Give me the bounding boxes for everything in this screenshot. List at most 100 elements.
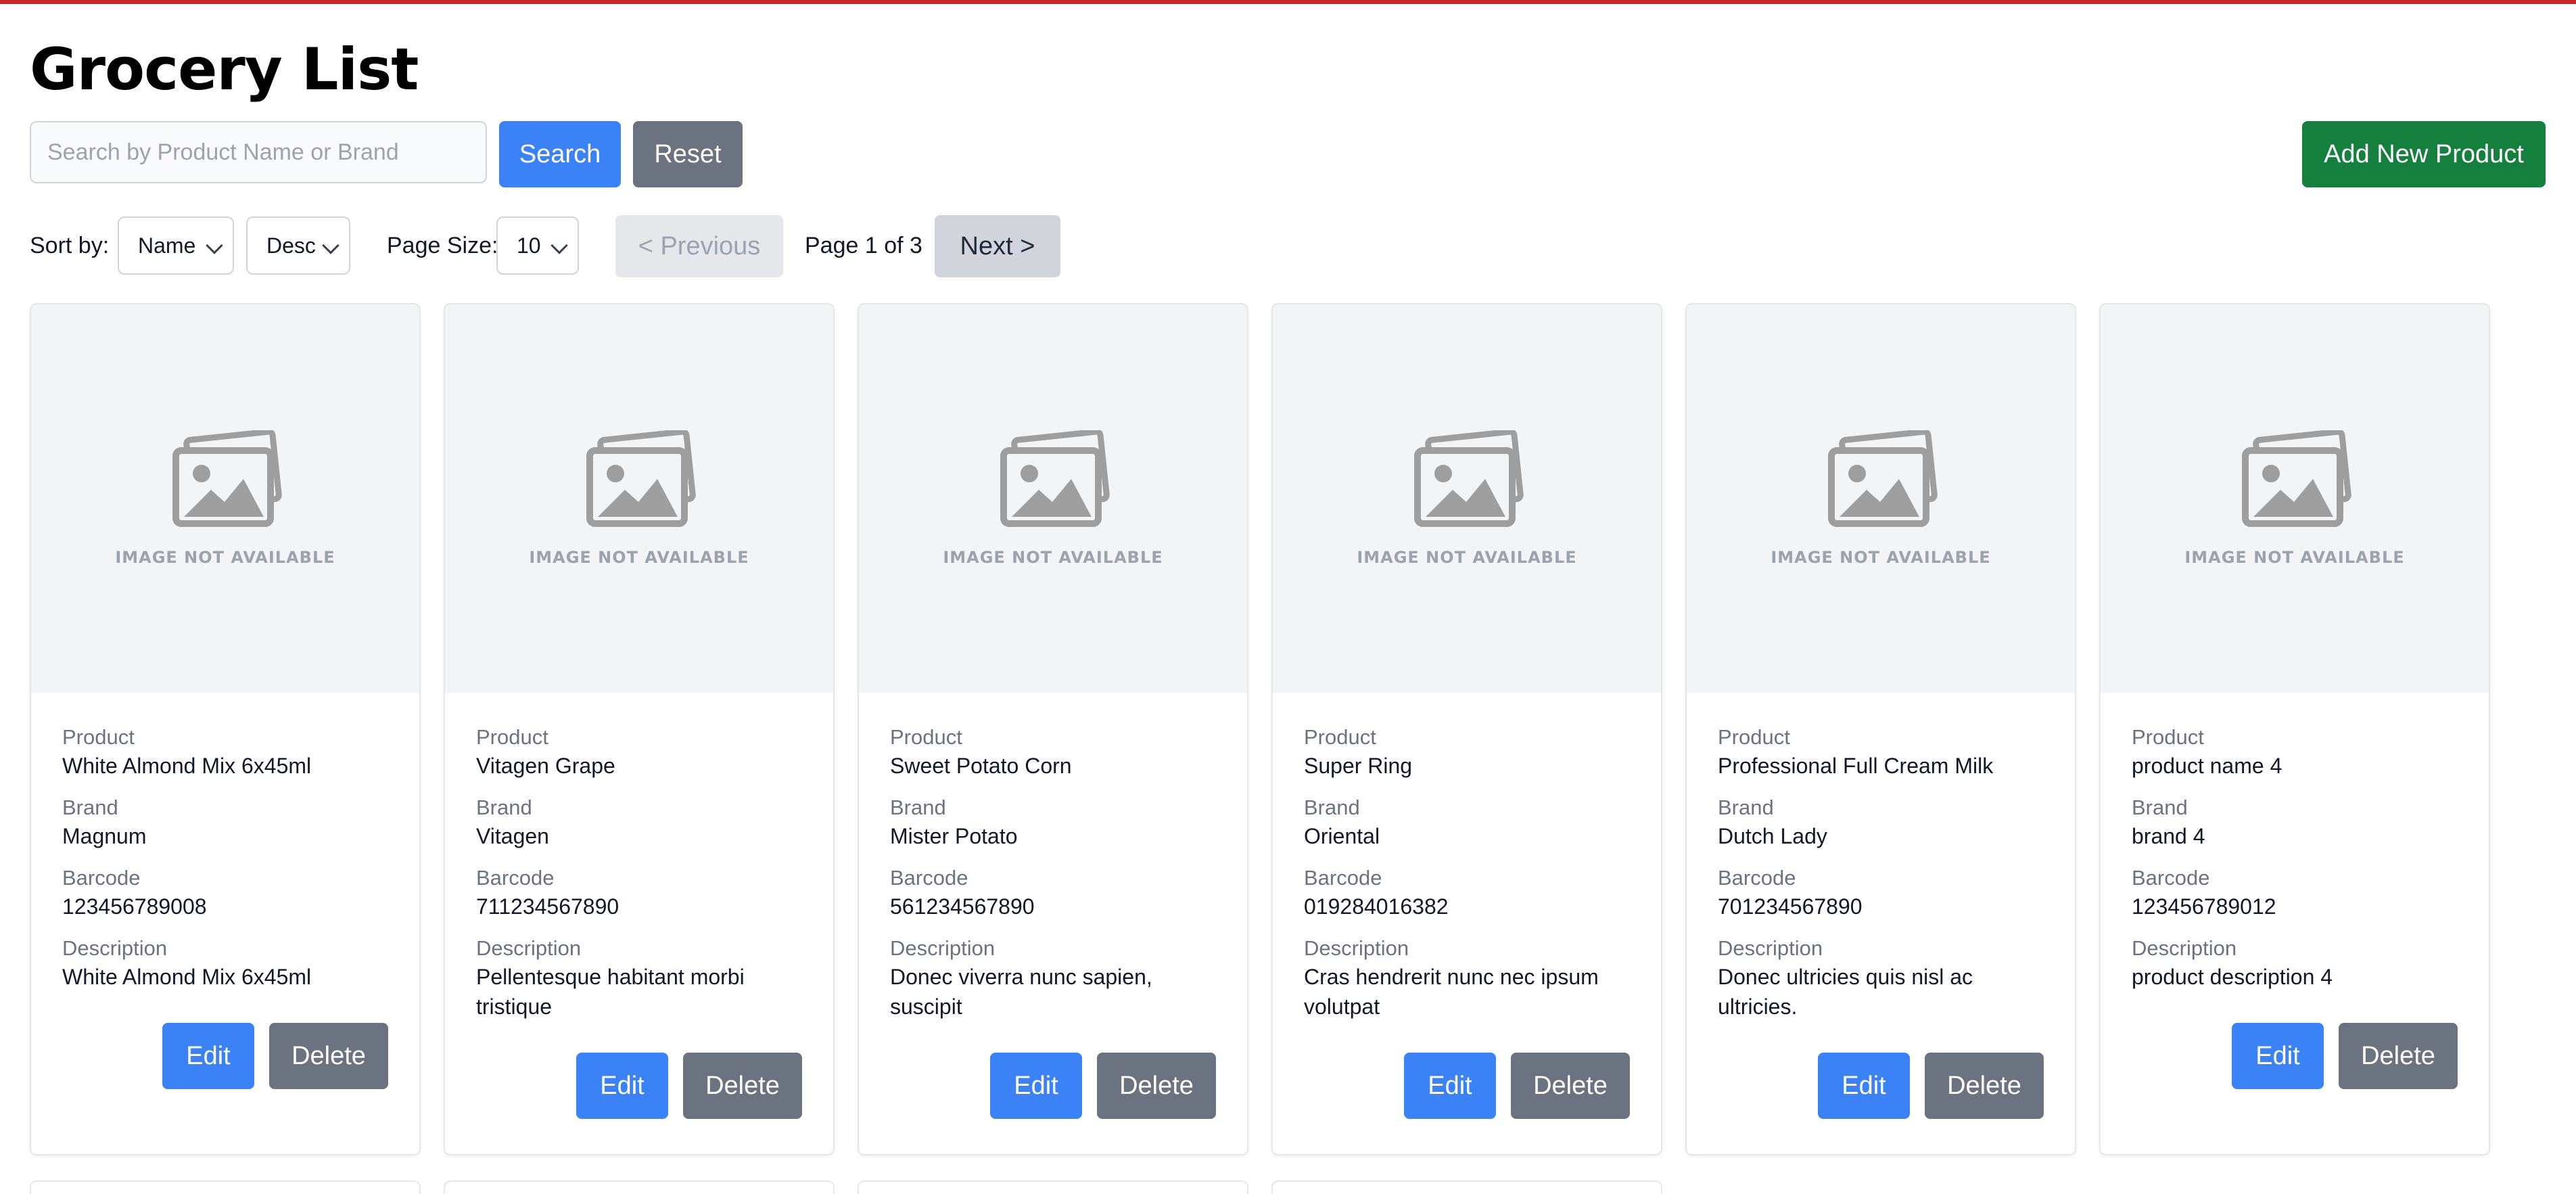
product-card [30, 1180, 421, 1194]
product-description: product description 4 [2132, 965, 2333, 989]
product-details: Product Super Ring Brand Oriental Barcod… [1304, 724, 1635, 1035]
sort-order-select[interactable]: Desc [246, 216, 350, 275]
description-label: Description [890, 936, 996, 960]
page-size-select[interactable]: 10 [496, 216, 579, 275]
product-card: IMAGE NOT AVAILABLE Product Professional… [1685, 303, 2076, 1155]
search-input[interactable] [30, 121, 487, 183]
product-details: Product Sweet Potato Corn Brand Mister P… [890, 724, 1221, 1035]
product-image-placeholder: IMAGE NOT AVAILABLE [2101, 304, 2489, 693]
description-label: Description [1718, 936, 1823, 960]
product-description: White Almond Mix 6x45ml [62, 965, 312, 989]
list-controls: Sort by: Name Desc Page Size: 10 < Previ… [30, 215, 2546, 277]
sort-field-value: Name [138, 233, 196, 258]
barcode-label: Barcode [1304, 866, 1382, 890]
toolbar: Search Reset Add New Product [30, 121, 2546, 187]
description-label: Description [62, 936, 168, 960]
delete-button[interactable]: Delete [1925, 1053, 2044, 1119]
brand-label: Brand [476, 796, 532, 819]
card-actions: Edit Delete [990, 1053, 1216, 1119]
product-brand: brand 4 [2132, 824, 2205, 848]
image-not-available-text: IMAGE NOT AVAILABLE [529, 548, 749, 567]
card-actions: Edit Delete [576, 1053, 802, 1119]
sort-field-select[interactable]: Name [118, 216, 234, 275]
brand-label: Brand [1304, 796, 1360, 819]
product-card [444, 1180, 835, 1194]
product-card: IMAGE NOT AVAILABLE Product Sweet Potato… [858, 303, 1248, 1155]
product-brand: Mister Potato [890, 824, 1018, 848]
product-name: product name 4 [2132, 754, 2282, 778]
barcode-label: Barcode [890, 866, 968, 890]
product-description: Donec viverra nunc sapien, suscipit [890, 965, 1152, 1019]
product-label: Product [476, 725, 548, 749]
next-page-button[interactable]: Next > [935, 215, 1060, 277]
delete-button[interactable]: Delete [269, 1023, 388, 1089]
delete-button[interactable]: Delete [1511, 1053, 1630, 1119]
product-card: IMAGE NOT AVAILABLE Product White Almond… [30, 303, 421, 1155]
product-description: Pellentesque habitant morbi tristique [476, 965, 745, 1019]
product-image-placeholder: IMAGE NOT AVAILABLE [31, 304, 419, 693]
product-barcode: 019284016382 [1304, 894, 1449, 919]
product-brand: Vitagen [476, 824, 549, 848]
brand-label: Brand [1718, 796, 1774, 819]
image-placeholder-icon [172, 430, 282, 527]
edit-button[interactable]: Edit [576, 1053, 668, 1119]
barcode-label: Barcode [2132, 866, 2210, 890]
product-barcode: 123456789008 [62, 894, 207, 919]
delete-button[interactable]: Delete [2339, 1023, 2458, 1089]
barcode-label: Barcode [1718, 866, 1796, 890]
product-name: Vitagen Grape [476, 754, 615, 778]
product-image-placeholder: IMAGE NOT AVAILABLE [1273, 304, 1661, 693]
image-not-available-text: IMAGE NOT AVAILABLE [1357, 548, 1577, 567]
image-placeholder-icon [2242, 430, 2351, 527]
product-brand: Dutch Lady [1718, 824, 1827, 848]
product-label: Product [2132, 725, 2204, 749]
product-brand: Oriental [1304, 824, 1380, 848]
image-placeholder-icon [1414, 430, 1524, 527]
page-indicator: Page 1 of 3 [805, 233, 922, 258]
top-accent-bar [0, 0, 2576, 4]
product-label: Product [1718, 725, 1790, 749]
product-details: Product product name 4 Brand brand 4 Bar… [2132, 724, 2463, 1005]
page-size-label: Page Size: [387, 233, 498, 258]
product-description: Cras hendrerit nunc nec ipsum volutpat [1304, 965, 1599, 1019]
product-name: Sweet Potato Corn [890, 754, 1072, 778]
product-card [858, 1180, 1248, 1194]
card-actions: Edit Delete [162, 1023, 388, 1089]
page-title: Grocery List [30, 36, 419, 104]
edit-button[interactable]: Edit [1818, 1053, 1910, 1119]
brand-label: Brand [62, 796, 118, 819]
product-barcode: 701234567890 [1718, 894, 1863, 919]
delete-button[interactable]: Delete [683, 1053, 802, 1119]
add-new-product-button[interactable]: Add New Product [2302, 121, 2546, 187]
description-label: Description [476, 936, 582, 960]
edit-button[interactable]: Edit [1404, 1053, 1496, 1119]
product-name: Super Ring [1304, 754, 1413, 778]
product-barcode: 711234567890 [476, 894, 619, 919]
product-details: Product Professional Full Cream Milk Bra… [1718, 724, 2049, 1035]
search-button[interactable]: Search [499, 121, 621, 187]
product-name: White Almond Mix 6x45ml [62, 754, 312, 778]
edit-button[interactable]: Edit [990, 1053, 1082, 1119]
product-card: IMAGE NOT AVAILABLE Product Vitagen Grap… [444, 303, 835, 1155]
image-not-available-text: IMAGE NOT AVAILABLE [115, 548, 335, 567]
product-image-placeholder: IMAGE NOT AVAILABLE [445, 304, 833, 693]
product-name: Professional Full Cream Milk [1718, 754, 1994, 778]
barcode-label: Barcode [476, 866, 555, 890]
sort-by-label: Sort by: [30, 233, 110, 258]
description-label: Description [1304, 936, 1409, 960]
delete-button[interactable]: Delete [1097, 1053, 1216, 1119]
chevron-down-icon [551, 237, 568, 254]
reset-button[interactable]: Reset [633, 121, 743, 187]
card-actions: Edit Delete [1818, 1053, 2044, 1119]
image-placeholder-icon [586, 430, 696, 527]
edit-button[interactable]: Edit [2232, 1023, 2324, 1089]
edit-button[interactable]: Edit [162, 1023, 254, 1089]
previous-page-button[interactable]: < Previous [615, 215, 783, 277]
card-actions: Edit Delete [1404, 1053, 1630, 1119]
image-not-available-text: IMAGE NOT AVAILABLE [2184, 548, 2405, 567]
product-image-placeholder: IMAGE NOT AVAILABLE [859, 304, 1247, 693]
product-card: IMAGE NOT AVAILABLE Product product name… [2099, 303, 2490, 1155]
chevron-down-icon [206, 237, 223, 254]
barcode-label: Barcode [62, 866, 141, 890]
image-not-available-text: IMAGE NOT AVAILABLE [943, 548, 1163, 567]
